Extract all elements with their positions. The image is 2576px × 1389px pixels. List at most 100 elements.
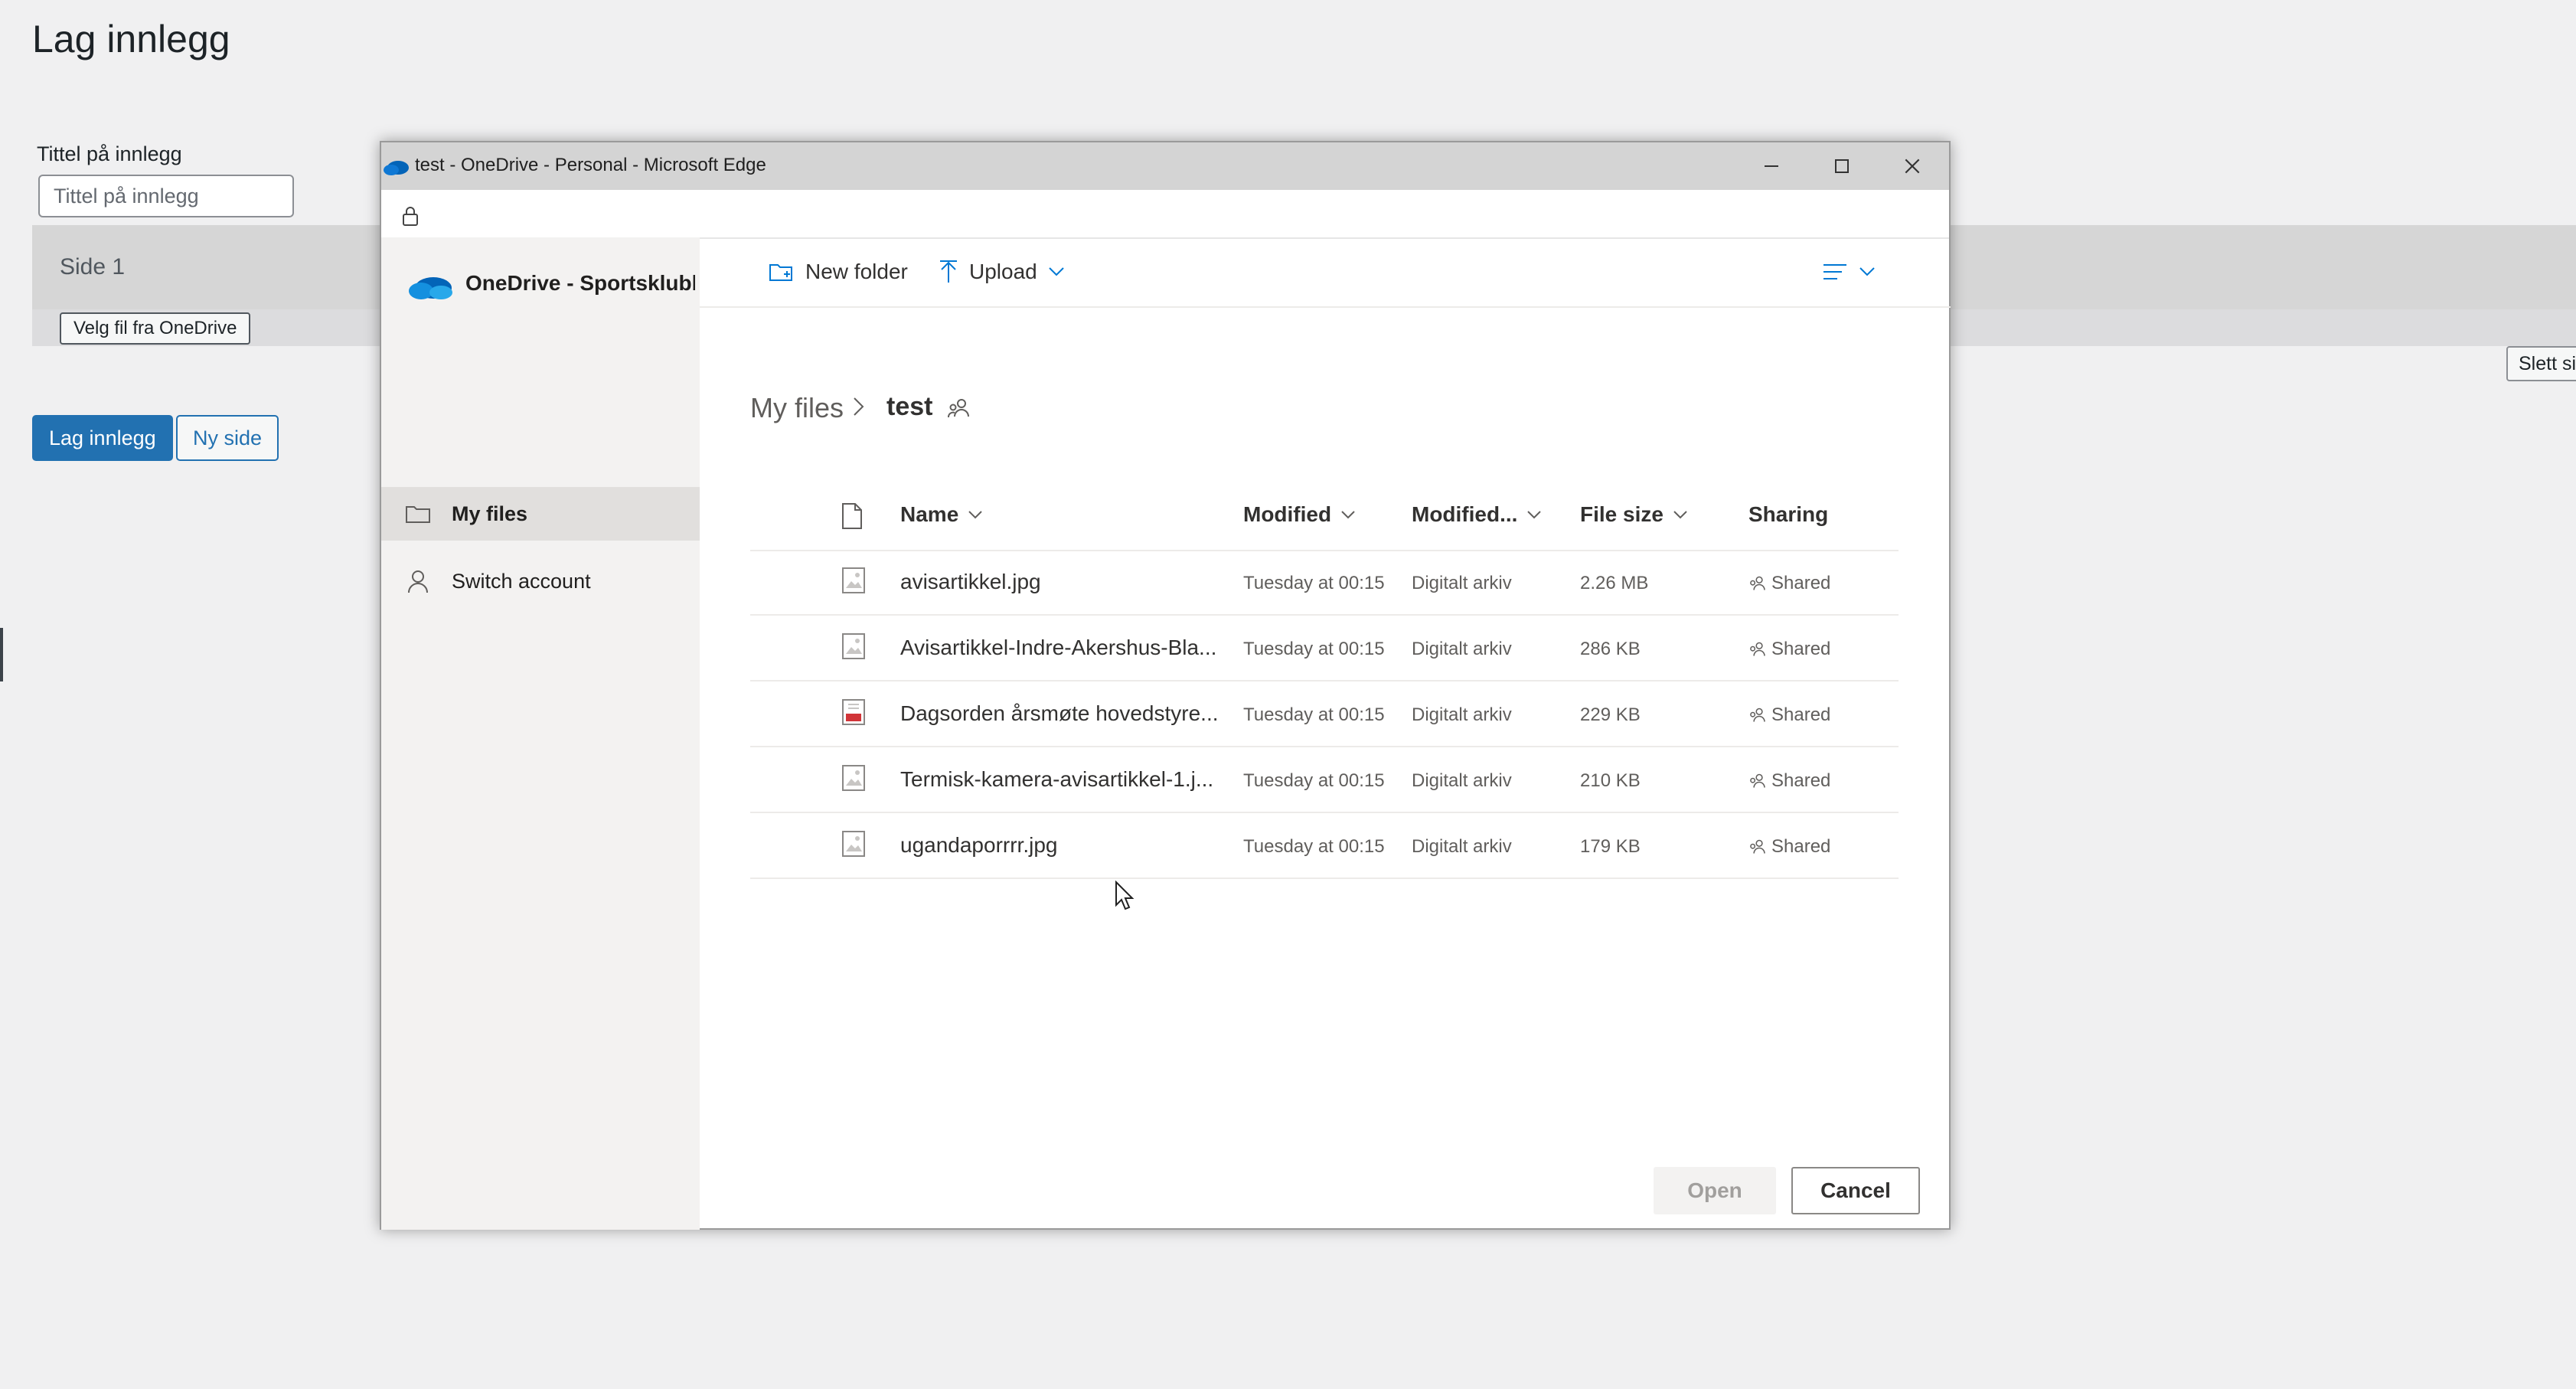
- column-header-label: Modified: [1243, 502, 1332, 526]
- column-header-label: Modified...: [1412, 502, 1518, 526]
- file-row[interactable]: avisartikkel.jpg Tuesday at 00:15 Digita…: [750, 550, 1899, 616]
- maximize-button[interactable]: [1807, 142, 1877, 190]
- chevron-down-icon: [1341, 511, 1355, 519]
- nav-item-label: Switch account: [452, 569, 591, 593]
- section-label: Side 1: [60, 254, 126, 279]
- shared-people-icon: [1750, 642, 1765, 656]
- file-modified-by: Digitalt arkiv: [1412, 639, 1512, 659]
- choose-onedrive-file-button[interactable]: Velg fil fra OneDrive: [60, 312, 251, 345]
- nav-item-switch-account[interactable]: Switch account: [381, 554, 700, 608]
- left-edge-marker: [0, 628, 3, 681]
- folder-icon: [404, 500, 432, 528]
- file-name: Termisk-kamera-avisartikkel-1.j...: [900, 767, 1214, 791]
- file-size: 229 KB: [1580, 704, 1641, 725]
- maximize-icon: [1835, 159, 1849, 173]
- file-modified: Tuesday at 00:15: [1243, 836, 1385, 857]
- nav-item-label: My files: [452, 502, 528, 525]
- file-row[interactable]: Termisk-kamera-avisartikkel-1.j... Tuesd…: [750, 747, 1899, 813]
- file-sharing-label: Shared: [1771, 770, 1831, 791]
- file-sharing-label: Shared: [1771, 639, 1831, 659]
- onedrive-picker-window: test - OneDrive - Personal - Microsoft E…: [380, 141, 1951, 1230]
- person-icon: [404, 567, 432, 595]
- file-name: avisartikkel.jpg: [900, 570, 1041, 593]
- new-folder-icon: [769, 264, 792, 281]
- delete-page-button[interactable]: Slett side: [2506, 346, 2576, 381]
- close-icon: [1905, 159, 1920, 174]
- command-bar: New folder Upload: [700, 237, 1951, 308]
- onedrive-cloud-icon: [384, 161, 409, 175]
- file-sharing: Shared: [1748, 770, 1830, 792]
- close-window-button[interactable]: [1877, 142, 1948, 190]
- file-type-icon[interactable]: [841, 502, 864, 530]
- shared-people-icon: [1750, 576, 1765, 590]
- breadcrumb-my-files[interactable]: My files: [750, 392, 844, 424]
- shared-people-icon: [1750, 839, 1765, 854]
- mouse-cursor-icon: [1115, 881, 1135, 910]
- minimize-icon: [1765, 165, 1778, 167]
- chevron-down-icon: [1527, 511, 1542, 519]
- file-row[interactable]: ugandaporrrr.jpg Tuesday at 00:15 Digita…: [750, 813, 1899, 879]
- column-header-label: Sharing: [1748, 502, 1829, 526]
- file-modified: Tuesday at 00:15: [1243, 573, 1385, 593]
- column-header-label: File size: [1580, 502, 1663, 526]
- nav-item-my-files[interactable]: My files: [381, 487, 700, 541]
- column-header-label: Name: [900, 502, 959, 526]
- minimize-button[interactable]: [1736, 142, 1807, 190]
- file-sharing-label: Shared: [1771, 573, 1831, 593]
- file-modified: Tuesday at 00:15: [1243, 770, 1385, 791]
- file-row[interactable]: Dagsorden årsmøte hovedstyre... Tuesday …: [750, 681, 1899, 747]
- lock-icon: [403, 207, 418, 226]
- picker-nav-pane: OneDrive - Sportsklubb My files Switch a…: [381, 237, 700, 1230]
- file-sharing-label: Shared: [1771, 836, 1831, 857]
- title-field-label: Tittel på innlegg: [37, 142, 182, 165]
- open-button[interactable]: Open: [1654, 1167, 1776, 1214]
- column-header-modified[interactable]: Modified: [1243, 502, 1356, 527]
- publish-post-button[interactable]: Lag innlegg: [32, 415, 173, 461]
- new-folder-button[interactable]: New folder: [769, 253, 908, 291]
- cancel-button[interactable]: Cancel: [1791, 1167, 1920, 1214]
- new-page-button[interactable]: Ny side: [176, 415, 279, 461]
- file-size: 179 KB: [1580, 836, 1641, 857]
- file-sharing-label: Shared: [1771, 704, 1831, 725]
- image-file-icon: [842, 567, 865, 593]
- chevron-down-icon: [1673, 511, 1687, 519]
- file-modified: Tuesday at 00:15: [1243, 639, 1385, 659]
- chevron-down-icon: [1049, 267, 1064, 276]
- file-row[interactable]: Avisartikkel-Indre-Akershus-Bla... Tuesd…: [750, 616, 1899, 681]
- file-sharing: Shared: [1748, 836, 1830, 858]
- view-options-button[interactable]: [1822, 253, 1886, 291]
- chevron-right-icon: [854, 397, 864, 416]
- upload-icon: [940, 260, 957, 283]
- window-title: test - OneDrive - Personal - Microsoft E…: [415, 155, 766, 175]
- column-header-modified-by[interactable]: Modified...: [1412, 502, 1542, 527]
- chevron-down-icon: [968, 511, 982, 519]
- address-bar: [381, 190, 1949, 239]
- upload-button[interactable]: Upload: [939, 253, 1076, 291]
- column-header-sharing[interactable]: Sharing: [1748, 502, 1828, 527]
- pdf-file-icon: [842, 699, 865, 725]
- file-sharing: Shared: [1748, 704, 1830, 726]
- title-input[interactable]: [38, 175, 294, 217]
- file-modified: Tuesday at 00:15: [1243, 704, 1385, 725]
- file-name: Dagsorden årsmøte hovedstyre...: [900, 701, 1219, 725]
- file-modified-by: Digitalt arkiv: [1412, 573, 1512, 593]
- file-sharing: Shared: [1748, 639, 1830, 660]
- onedrive-logo-icon: [409, 277, 452, 299]
- onedrive-brand-title: OneDrive - Sportsklubb: [465, 271, 695, 295]
- page-title: Lag innlegg: [32, 18, 230, 60]
- file-size: 286 KB: [1580, 639, 1641, 659]
- file-size: 210 KB: [1580, 770, 1641, 791]
- image-file-icon: [842, 633, 865, 659]
- file-modified-by: Digitalt arkiv: [1412, 836, 1512, 857]
- file-name: ugandaporrrr.jpg: [900, 833, 1058, 857]
- file-size: 2.26 MB: [1580, 573, 1649, 593]
- file-modified-by: Digitalt arkiv: [1412, 704, 1512, 725]
- shared-people-icon: [1750, 708, 1765, 722]
- window-titlebar[interactable]: test - OneDrive - Personal - Microsoft E…: [381, 142, 1949, 190]
- image-file-icon: [842, 831, 865, 857]
- column-header-name[interactable]: Name: [900, 502, 983, 527]
- chevron-down-icon: [1859, 267, 1875, 276]
- column-header-file-size[interactable]: File size: [1580, 502, 1688, 527]
- shared-people-icon: [948, 399, 969, 418]
- upload-label: Upload: [969, 260, 1037, 283]
